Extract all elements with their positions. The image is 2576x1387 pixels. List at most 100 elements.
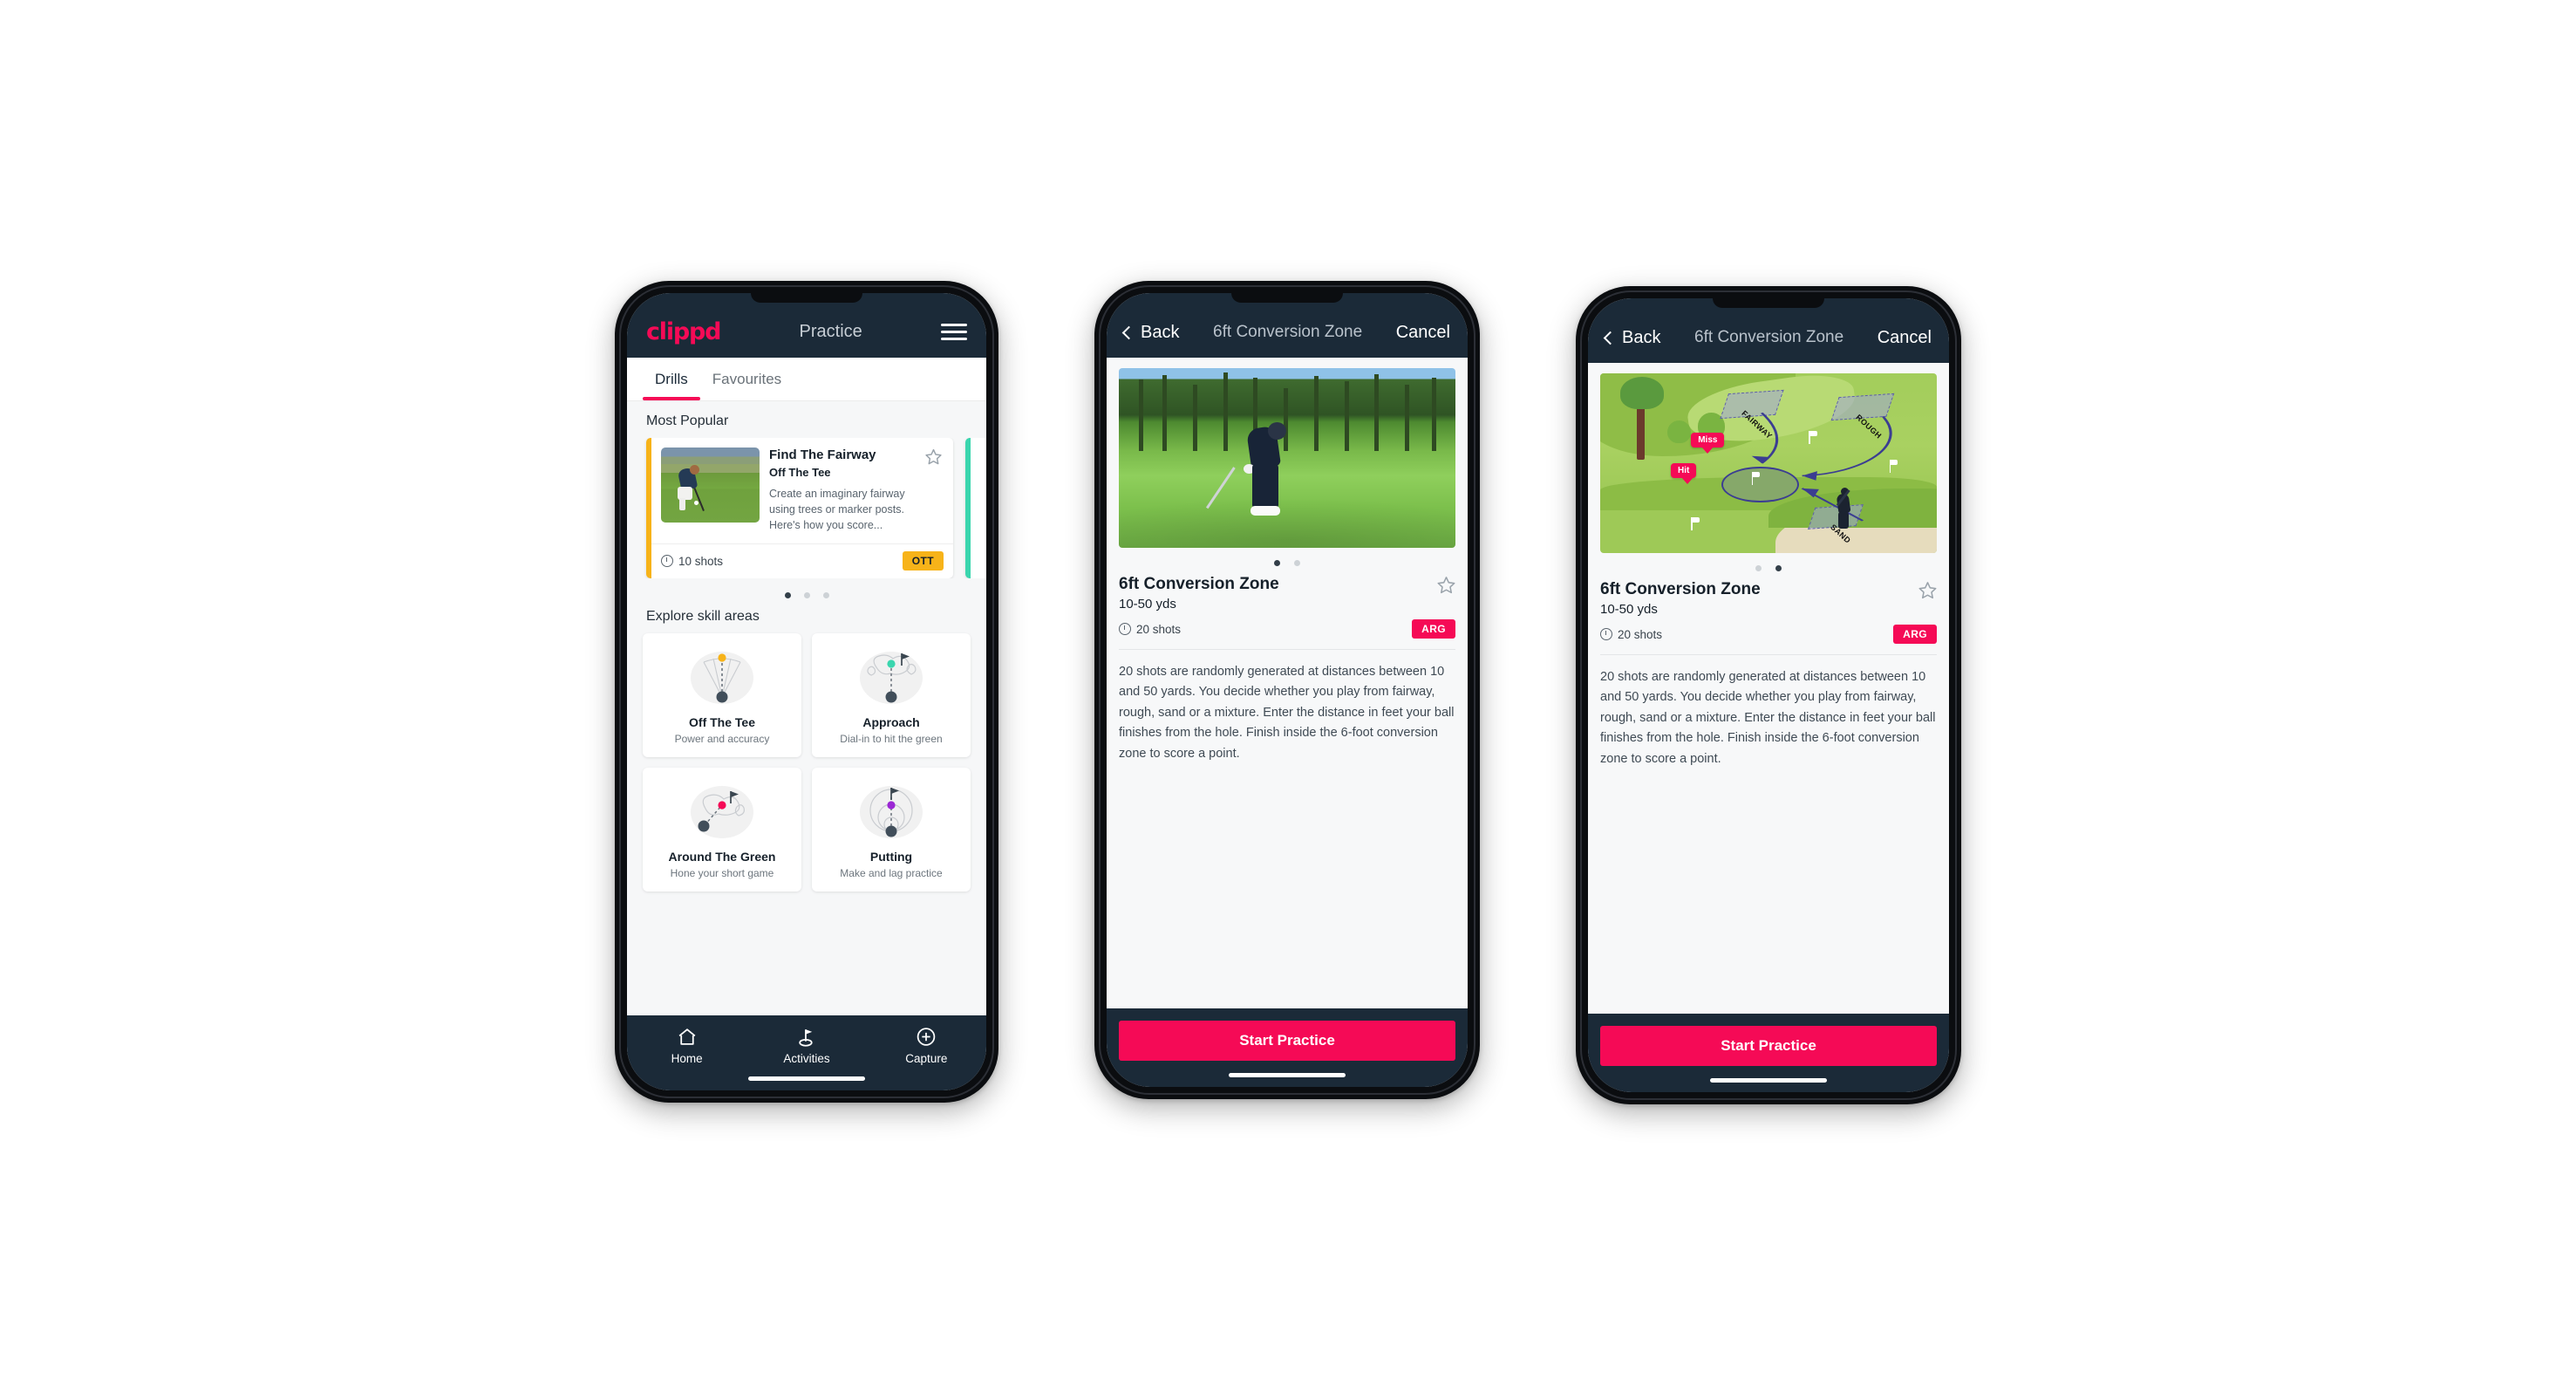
screen-drill-detail-diagram: Back 6ft Conversion Zone Cancel FAIRWAY … [1588, 298, 1949, 1092]
clock-icon [1600, 628, 1612, 640]
clock-icon [1119, 623, 1131, 635]
ball-flight-arrows [1751, 412, 1892, 522]
detail-shots-row: 20 shots ARG [1600, 625, 1937, 644]
shots-count-label: 20 shots [1618, 627, 1663, 641]
page-title: Practice [799, 321, 862, 341]
callout-miss: Miss [1691, 432, 1725, 454]
detail-title: 6ft Conversion Zone [1600, 580, 1761, 598]
plus-circle-icon [917, 1028, 936, 1046]
detail-shots-row: 20 shots ARG [1119, 619, 1455, 639]
drill-skill-area: Off The Tee [769, 465, 831, 479]
hamburger-menu-icon[interactable] [941, 323, 967, 340]
tee-shot-dispersion-icon [650, 646, 794, 708]
cancel-button[interactable]: Cancel [1877, 328, 1932, 348]
screenshot-stage: clippd Practice Drills Favourites Most P… [0, 0, 2576, 1387]
detail-header: 6ft Conversion Zone 10-50 yds [1119, 575, 1455, 612]
hero-dot-2[interactable] [1294, 560, 1300, 566]
skill-desc: Dial-in to hit the green [840, 733, 943, 746]
nav-bar: Back 6ft Conversion Zone Cancel [1588, 298, 1949, 363]
skill-card-off-the-tee[interactable]: Off The Tee Power and accuracy [643, 633, 801, 758]
section-title-most-popular: Most Popular [646, 413, 729, 428]
skill-desc: Power and accuracy [674, 733, 770, 746]
star-outline-icon[interactable] [1436, 575, 1455, 598]
phone-mockup-practice-list: clippd Practice Drills Favourites Most P… [615, 281, 998, 1103]
skills-section: Explore skill areas Off The Tee Power an… [627, 602, 986, 892]
nav-bar: Back 6ft Conversion Zone Cancel [1107, 293, 1468, 358]
detail-header: 6ft Conversion Zone 10-50 yds [1600, 580, 1937, 617]
divider [1119, 649, 1455, 650]
phone-mockup-drill-detail-photo: Back 6ft Conversion Zone Cancel 6ft Conv… [1094, 281, 1480, 1099]
hero-carousel-dots [1600, 553, 1937, 580]
tab-capture[interactable]: Capture [867, 1026, 985, 1065]
start-practice-button[interactable]: Start Practice [1119, 1021, 1455, 1061]
carousel-dot-2[interactable] [803, 592, 810, 599]
skill-grid: Off The Tee Power and accuracy Approach … [643, 633, 971, 892]
shots-count-label: 20 shots [1136, 622, 1182, 636]
tab-bar: Drills Favourites [627, 358, 986, 401]
star-outline-icon[interactable] [924, 448, 944, 533]
carousel-dot-3[interactable] [822, 592, 829, 599]
screen-drill-detail-photo: Back 6ft Conversion Zone Cancel 6ft Conv… [1107, 293, 1468, 1087]
hero-dot-2[interactable] [1775, 565, 1782, 571]
detail-yardage: 10-50 yds [1600, 602, 1658, 617]
golfer-illustration-bunker [1832, 487, 1862, 532]
drill-thumbnail [661, 448, 760, 523]
app-bar: clippd Practice [627, 293, 986, 358]
nav-title: 6ft Conversion Zone [1694, 328, 1844, 346]
drill-card-next-peek[interactable] [965, 438, 986, 579]
detail-body: 6ft Conversion Zone 10-50 yds 20 shots A… [1107, 358, 1468, 1008]
star-outline-icon[interactable] [1918, 580, 1937, 604]
phone-notch [1231, 293, 1343, 303]
home-indicator [1710, 1078, 1827, 1083]
skill-card-putting[interactable]: Putting Make and lag practice [812, 768, 971, 892]
drill-carousel[interactable]: Find The Fairway Off The Tee Create an i… [627, 438, 986, 579]
phone-notch [1713, 298, 1824, 308]
tab-capture-label: Capture [905, 1052, 948, 1065]
section-title-skill-areas: Explore skill areas [646, 609, 760, 625]
skill-name: Off The Tee [689, 715, 755, 730]
drill-meta: Find The Fairway Off The Tee Create an i… [769, 448, 915, 533]
hero-hole-diagram[interactable]: FAIRWAY ROUGH SAND Miss Hit [1600, 373, 1937, 553]
carousel-dot-1[interactable] [784, 592, 791, 599]
screen-practice-list: clippd Practice Drills Favourites Most P… [627, 293, 986, 1090]
drill-title: Find The Fairway [769, 448, 876, 462]
tab-activities[interactable]: Activities [747, 1026, 866, 1065]
divider [1600, 654, 1937, 655]
skill-card-approach[interactable]: Approach Dial-in to hit the green [812, 633, 971, 758]
start-practice-button[interactable]: Start Practice [1600, 1026, 1937, 1066]
home-indicator [1229, 1073, 1346, 1077]
tab-drills[interactable]: Drills [643, 358, 700, 400]
drill-card-footer: 10 shots OTT [651, 543, 953, 578]
drill-description: Create an imaginary fairway using trees … [769, 487, 905, 531]
cancel-button[interactable]: Cancel [1396, 323, 1450, 343]
cta-container: Start Practice [1588, 1014, 1949, 1092]
shots-count-label: 10 shots [678, 554, 724, 568]
cta-container: Start Practice [1107, 1008, 1468, 1087]
skill-desc: Make and lag practice [840, 867, 943, 880]
hero-dot-1[interactable] [1274, 560, 1280, 566]
drill-card[interactable]: Find The Fairway Off The Tee Create an i… [646, 438, 953, 579]
detail-body: FAIRWAY ROUGH SAND Miss Hit 6ft Conversi… [1588, 363, 1949, 1014]
putting-rings-icon [819, 780, 964, 843]
golfer-illustration [1206, 421, 1301, 527]
clippd-logo: clippd [646, 318, 722, 345]
skill-card-around-the-green[interactable]: Around The Green Hone your short game [643, 768, 801, 892]
approach-green-icon [819, 646, 964, 708]
tab-favourites[interactable]: Favourites [700, 358, 794, 400]
skill-name: Putting [869, 850, 913, 864]
hero-dot-1[interactable] [1755, 565, 1762, 571]
phone-notch [751, 293, 862, 303]
hero-carousel-dots [1119, 548, 1455, 575]
detail-description: 20 shots are randomly generated at dista… [1600, 670, 1936, 766]
shots-count: 20 shots [1119, 623, 1181, 636]
hero-photo[interactable] [1119, 368, 1455, 548]
detail-yardage: 10-50 yds [1119, 597, 1176, 612]
bottom-tab-bar: Home Activities Capture [627, 1015, 986, 1090]
back-label: Back [1622, 327, 1661, 347]
back-button[interactable]: Back [1121, 323, 1179, 343]
chevron-left-icon [1603, 331, 1618, 345]
tab-home[interactable]: Home [628, 1026, 746, 1065]
home-icon [678, 1028, 696, 1045]
back-button[interactable]: Back [1603, 327, 1661, 348]
callout-hit: Hit [1671, 463, 1697, 484]
